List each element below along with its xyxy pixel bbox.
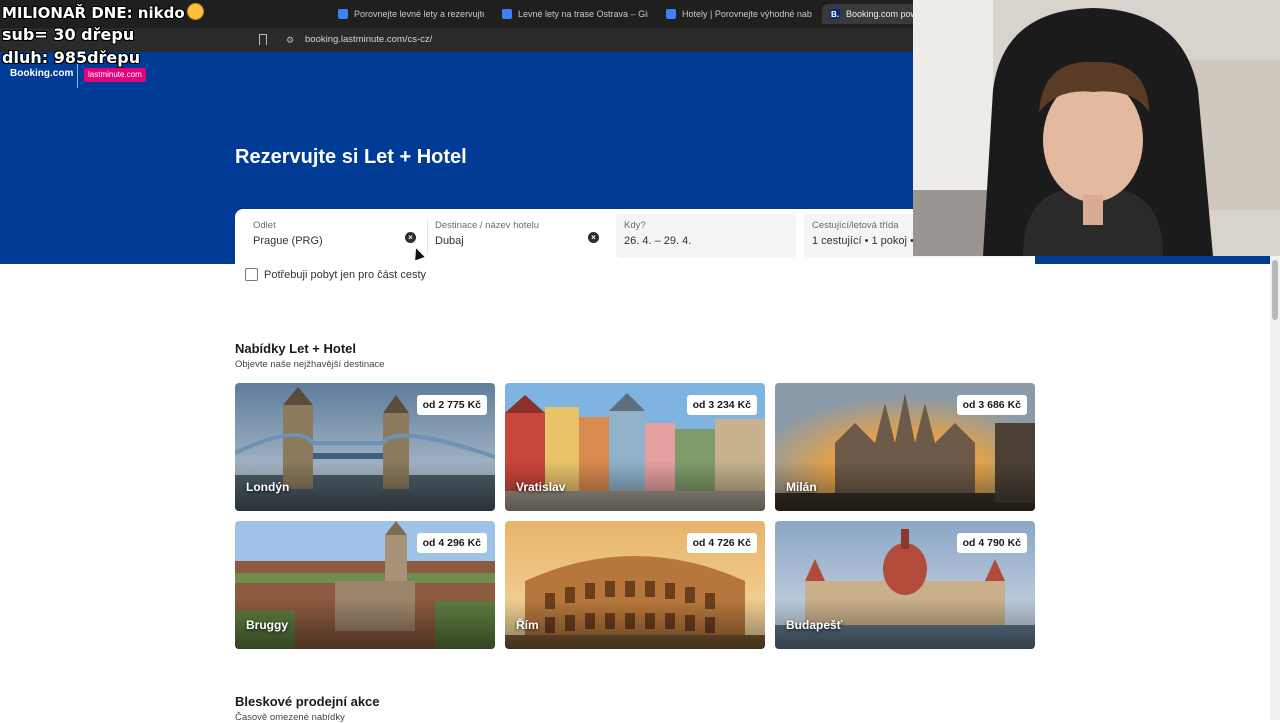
partial-stay-option[interactable]: Potřebuji pobyt jen pro část cesty [245,268,426,281]
city-name: Bruggy [246,618,288,632]
offer-card-budapest[interactable]: od 4 790 Kč Budapešť [775,521,1035,649]
city-name: Řím [516,618,539,632]
overlay-line-1: MILIONAŘ DNE: nikdo [2,4,185,22]
booking-favicon-icon: B. [830,9,840,19]
origin-label: Odlet [253,220,276,231]
field-divider [427,220,428,254]
offers-subtitle: Objevte naše nejžhavější destinace [235,359,385,370]
booking-logo[interactable]: Booking.com [10,68,73,79]
browser-tab[interactable]: Levné lety na trase Ostrava – Girona [502,4,648,24]
streamer-webcam-image [913,0,1280,256]
flushed-face-emoji-icon [186,3,204,20]
favicon-icon [338,9,348,19]
origin-field[interactable]: Odlet Prague (PRG) [253,220,423,256]
destination-label: Destinace / název hotelu [435,220,540,231]
scrollbar-thumb[interactable] [1272,260,1278,320]
dates-label: Kdy? [624,220,646,231]
browser-tab[interactable]: Hotely | Porovnejte výhodné nabídky [666,4,812,24]
page-title: Rezervujte si Let + Hotel [235,146,467,168]
price-badge: od 3 686 Kč [956,395,1027,415]
city-name: Vratislav [516,480,566,494]
partial-stay-label[interactable]: Potřebuji pobyt jen pro část cesty [264,269,426,281]
price-badge: od 4 726 Kč [686,533,757,553]
destination-value[interactable]: Dubaj [435,235,605,247]
lastminute-logo[interactable]: lastminute.com [84,68,146,82]
dates-value[interactable]: 26. 4. – 29. 4. [624,235,794,247]
offer-card-milan[interactable]: od 3 686 Kč Milán [775,383,1035,511]
city-name: Milán [786,480,817,494]
tab-label: Booking.com powe [846,9,922,19]
origin-value[interactable]: Prague (PRG) [253,235,423,247]
dates-field[interactable]: Kdy? 26. 4. – 29. 4. [624,220,794,256]
card-shade [505,599,765,649]
overlay-debt-text: dluh: 985dřepu [2,48,141,67]
city-name: Budapešť [786,618,843,632]
site-info-icon[interactable]: ⚙ [286,35,294,46]
flash-sales-title: Bleskové prodejní akce [235,694,380,709]
tab-label: Hotely | Porovnejte výhodné nabídky [682,9,812,19]
favicon-icon [502,9,512,19]
url-text[interactable]: booking.lastminute.com/cs-cz/ [305,34,432,45]
destination-field[interactable]: Destinace / název hotelu Dubaj [435,220,605,256]
clear-origin-icon[interactable]: × [405,232,416,243]
price-badge: od 2 775 Kč [416,395,487,415]
overlay-millionaire-text: MILIONAŘ DNE: nikdo [2,3,204,22]
bookmark-icon[interactable] [259,34,267,45]
browser-tab-active[interactable]: B. Booking.com powe [822,4,922,24]
webcam-overlay [913,0,1280,256]
price-badge: od 4 296 Kč [416,533,487,553]
partial-stay-checkbox[interactable] [245,268,258,281]
favicon-icon [666,9,676,19]
offer-card-london[interactable]: od 2 775 Kč Londýn [235,383,495,511]
tab-label: Levné lety na trase Ostrava – Girona [518,9,648,19]
price-badge: od 4 790 Kč [956,533,1027,553]
flash-sales-subtitle: Časově omezené nabídky [235,712,345,723]
city-name: Londýn [246,480,290,494]
offer-card-wroclaw[interactable]: od 3 234 Kč Vratislav [505,383,765,511]
offer-card-rome[interactable]: od 4 726 Kč Řím [505,521,765,649]
offer-card-bruges[interactable]: od 4 296 Kč Bruggy [235,521,495,649]
browser-tab[interactable]: Porovnejte levné lety a rezervujte si l [338,4,484,24]
tab-label: Porovnejte levné lety a rezervujte si l [354,9,484,19]
offers-title: Nabídky Let + Hotel [235,341,356,356]
price-badge: od 3 234 Kč [686,395,757,415]
logo-divider [77,64,78,88]
clear-destination-icon[interactable]: × [588,232,599,243]
page-scrollbar[interactable] [1270,256,1280,720]
overlay-sub-text: sub= 30 dřepu [2,25,135,44]
